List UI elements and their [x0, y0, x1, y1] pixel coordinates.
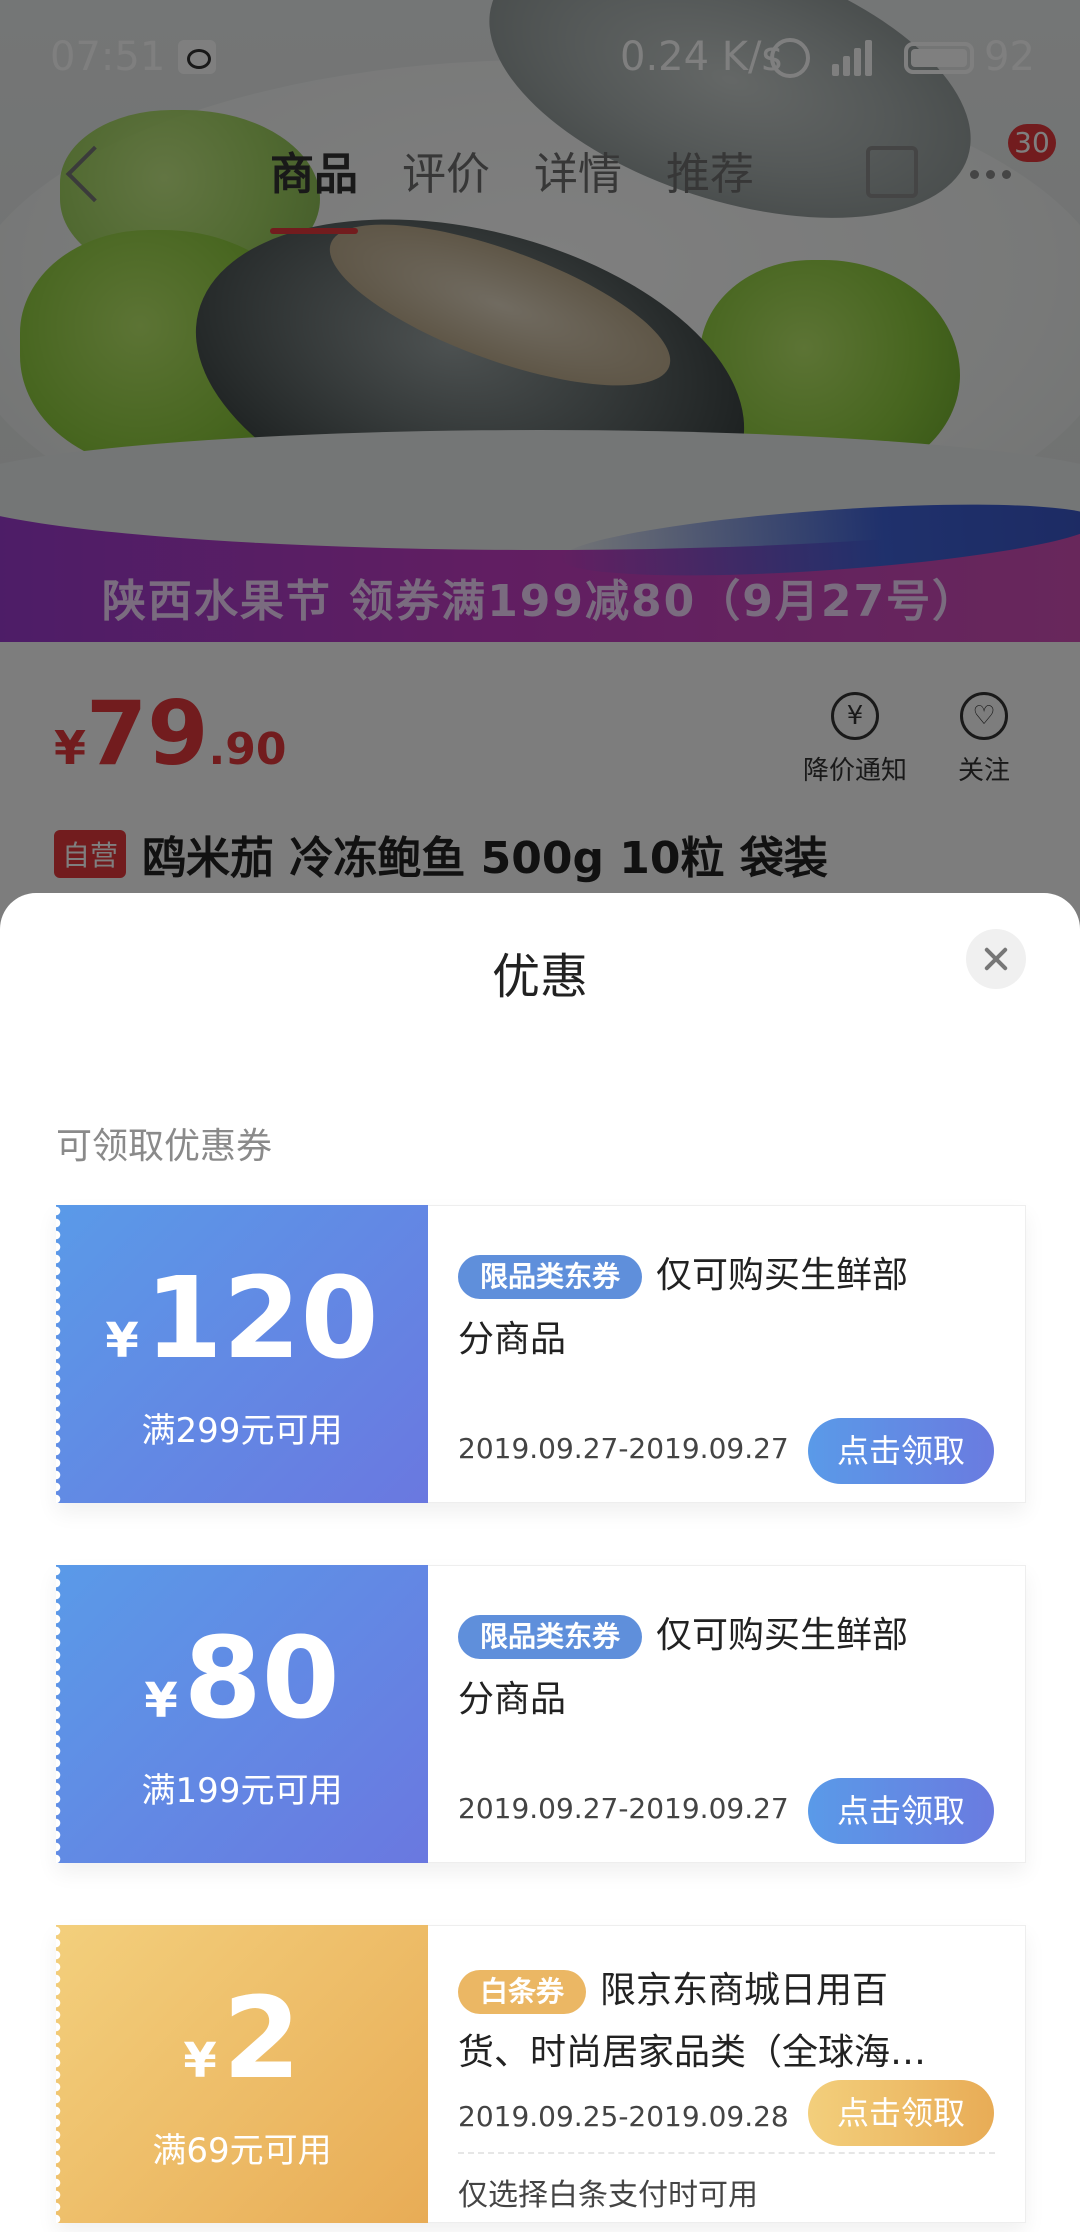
- claim-coupon-button[interactable]: 点击领取: [808, 1418, 994, 1484]
- coupon-type-tag: 限品类东券: [458, 1255, 643, 1299]
- coupon-desc-line2: 货、时尚居家品类（全球海囤...: [458, 2032, 958, 2073]
- coupon-amount-value: 120: [144, 1254, 379, 1384]
- claim-coupon-button[interactable]: 点击领取: [808, 2080, 994, 2146]
- coupon-type-tag: 限品类东券: [458, 1615, 643, 1659]
- coupon-note: 仅选择白条支付时可用: [458, 2178, 758, 2213]
- close-icon[interactable]: [966, 929, 1026, 989]
- coupon-detail-panel: 限品类东券 仅可购买生鲜部 分商品 2019.09.27-2019.09.27 点…: [428, 1205, 1026, 1503]
- coupon-description: 限品类东券 仅可购买生鲜部 分商品: [458, 1604, 978, 1732]
- claim-coupon-button[interactable]: 点击领取: [808, 1778, 994, 1844]
- coupon-amount-value: 80: [183, 1614, 340, 1744]
- coupon-condition: 满69元可用: [152, 2131, 332, 2171]
- coupon-condition: 满199元可用: [141, 1771, 343, 1811]
- coupon-date: 2019.09.27-2019.09.27: [458, 1792, 789, 1825]
- coupon-card: ¥120 满299元可用 限品类东券 仅可购买生鲜部 分商品 2019.09.27…: [56, 1205, 1026, 1503]
- coupon-amount-value: 2: [222, 1974, 301, 2104]
- coupon-date: 2019.09.25-2019.09.28: [458, 2100, 789, 2133]
- coupon-currency: ¥: [183, 2033, 217, 2089]
- coupon-value-panel: ¥120 满299元可用: [56, 1205, 428, 1503]
- coupon-list: ¥120 满299元可用 限品类东券 仅可购买生鲜部 分商品 2019.09.27…: [56, 1205, 1026, 2232]
- dashed-divider: [458, 2152, 995, 2154]
- coupon-value-panel: ¥80 满199元可用: [56, 1565, 428, 1863]
- coupon-amount: ¥2: [56, 1983, 428, 2095]
- sheet-title: 优惠: [491, 949, 588, 1005]
- coupon-card: ¥2 满69元可用 白条券 限京东商城日用百 货、时尚居家品类（全球海囤... 2…: [56, 1925, 1026, 2223]
- coupon-desc-line1: 仅可购买生鲜部: [656, 1615, 909, 1656]
- coupon-amount: ¥120: [56, 1263, 428, 1375]
- coupon-condition: 满299元可用: [141, 1411, 343, 1451]
- coupon-value-panel: ¥2 满69元可用: [56, 1925, 428, 2223]
- coupon-amount: ¥80: [56, 1623, 428, 1735]
- coupon-type-tag: 白条券: [458, 1970, 587, 2014]
- coupon-currency: ¥: [144, 1673, 178, 1729]
- coupon-desc-line2: 分商品: [458, 1679, 567, 1720]
- coupon-desc-line1: 限京东商城日用百: [600, 1970, 889, 2011]
- coupon-date: 2019.09.27-2019.09.27: [458, 1432, 789, 1465]
- coupon-sheet: 优惠 可领取优惠券 ¥120 满299元可用 限品类东券 仅可购买生鲜部 分商品 …: [0, 893, 1080, 2232]
- coupon-detail-panel: 白条券 限京东商城日用百 货、时尚居家品类（全球海囤... 2019.09.25-…: [428, 1925, 1026, 2223]
- coupon-detail-panel: 限品类东券 仅可购买生鲜部 分商品 2019.09.27-2019.09.27 点…: [428, 1565, 1026, 1863]
- section-label: 可领取优惠券: [56, 1126, 273, 1167]
- coupon-description: 限品类东券 仅可购买生鲜部 分商品: [458, 1244, 978, 1372]
- coupon-card: ¥80 满199元可用 限品类东券 仅可购买生鲜部 分商品 2019.09.27-…: [56, 1565, 1026, 1863]
- coupon-desc-line2: 分商品: [458, 1319, 567, 1360]
- coupon-desc-line1: 仅可购买生鲜部: [656, 1255, 909, 1296]
- coupon-description: 白条券 限京东商城日用百 货、时尚居家品类（全球海囤...: [458, 1960, 978, 2084]
- coupon-currency: ¥: [105, 1313, 139, 1369]
